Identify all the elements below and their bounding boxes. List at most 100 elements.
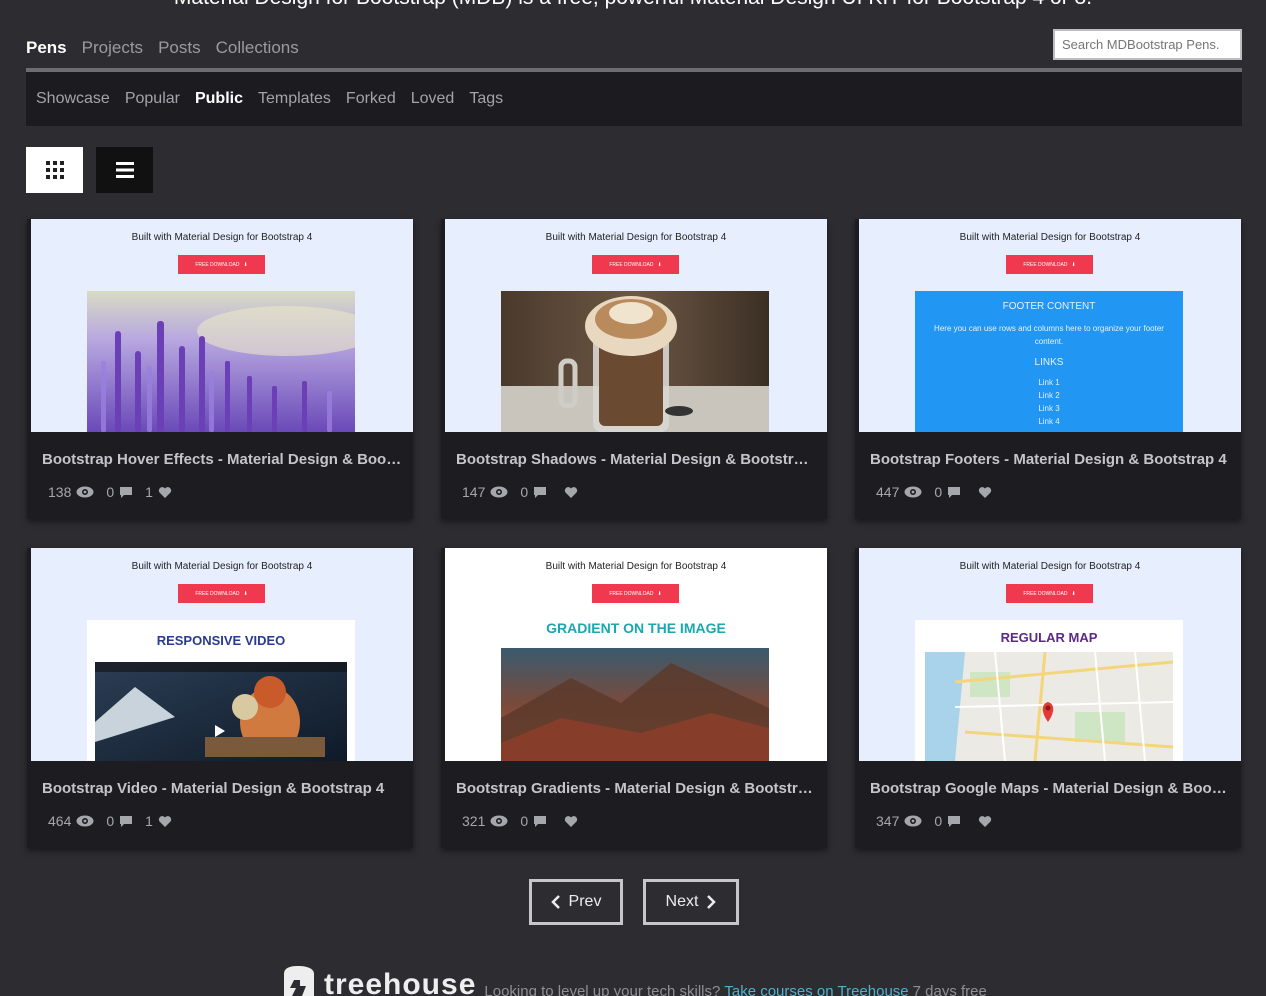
preview-heading: Built with Material Design for Bootstrap…: [131, 232, 313, 243]
pen-stats: 138 0 1: [48, 484, 184, 500]
treehouse-link[interactable]: Take courses on Treehouse: [724, 983, 908, 996]
comment-count: 0: [520, 813, 529, 829]
tab-showcase[interactable]: Showcase: [36, 90, 110, 108]
pen-title[interactable]: Bootstrap Video - Material Design & Boot…: [42, 780, 402, 797]
pen-preview[interactable]: Built with Material Design for Bootstrap…: [31, 219, 413, 432]
pen-stats: 347 0: [876, 813, 1004, 829]
footer-preview-links: Link 1 Link 2 Link 3 Link 4: [915, 376, 1183, 428]
tab-popular[interactable]: Popular: [125, 90, 180, 108]
heart-icon[interactable]: [564, 815, 578, 828]
free-download-button: FREE DOWNLOAD ⬇: [1006, 584, 1093, 603]
pen-stats: 464 0 1: [48, 813, 184, 829]
footer-text: Looking to level up your tech skills?: [484, 983, 721, 996]
footer-preview-links-title: LINKS: [1034, 357, 1064, 368]
chevron-left-icon: [550, 895, 560, 909]
preview-heading: Built with Material Design for Bootstrap…: [545, 232, 727, 243]
comment-icon: [948, 486, 961, 498]
eye-icon: [76, 486, 94, 498]
nav-pens[interactable]: Pens: [26, 38, 67, 58]
map-image: [925, 652, 1173, 761]
list-view-button[interactable]: [96, 147, 153, 193]
heart-icon[interactable]: [978, 815, 992, 828]
eye-icon: [490, 486, 508, 498]
view-count: 464: [48, 813, 72, 829]
download-icon: ⬇: [657, 261, 662, 268]
pen-preview[interactable]: Built with Material Design for Bootstrap…: [31, 548, 413, 761]
video-preview: RESPONSIVE VIDEO: [87, 620, 355, 761]
milkshake-image: [501, 291, 769, 432]
pen-stats: 147 0: [462, 484, 590, 500]
tab-forked[interactable]: Forked: [346, 90, 396, 108]
comment-icon: [534, 815, 547, 827]
pen-title[interactable]: Bootstrap Shadows - Material Design & Bo…: [456, 451, 816, 468]
pen-card[interactable]: Built with Material Design for Bootstrap…: [27, 219, 413, 519]
site-tagline: Material Design for Bootstrap (MDB) is a…: [0, 0, 1266, 10]
tab-public[interactable]: Public: [195, 90, 243, 108]
pen-preview[interactable]: Built with Material Design for Bootstrap…: [859, 219, 1241, 432]
footer-preview-link: Link 3: [1038, 404, 1060, 413]
map-preview-title: REGULAR MAP: [1000, 630, 1098, 645]
pen-card[interactable]: Built with Material Design for Bootstrap…: [855, 219, 1241, 519]
gradient-preview-title: GRADIENT ON THE IMAGE: [546, 620, 726, 636]
tab-loved[interactable]: Loved: [411, 90, 455, 108]
pen-title[interactable]: Bootstrap Gradients - Material Design & …: [456, 780, 816, 797]
main-nav: Pens Projects Posts Collections: [26, 38, 299, 58]
comment-icon: [120, 486, 133, 498]
preview-heading: Built with Material Design for Bootstrap…: [959, 232, 1141, 243]
preview-heading: Built with Material Design for Bootstrap…: [959, 561, 1141, 572]
heart-icon[interactable]: [158, 815, 172, 828]
next-button[interactable]: Next: [643, 879, 739, 925]
grid-view-button[interactable]: [26, 147, 83, 193]
pen-stats: 321 0: [462, 813, 590, 829]
heart-icon[interactable]: [158, 486, 172, 499]
search-input[interactable]: [1053, 29, 1242, 60]
love-count: 1: [145, 813, 153, 829]
pen-card[interactable]: Built with Material Design for Bootstrap…: [855, 548, 1241, 848]
comment-count: 0: [106, 484, 115, 500]
comment-count: 0: [106, 813, 115, 829]
download-icon: ⬇: [243, 590, 248, 597]
prev-label: Prev: [568, 893, 602, 910]
heart-icon[interactable]: [564, 486, 578, 499]
pen-title[interactable]: Bootstrap Google Maps - Material Design …: [870, 780, 1230, 797]
video-preview-title: RESPONSIVE VIDEO: [156, 633, 286, 648]
next-label: Next: [665, 893, 699, 910]
grid-icon: [45, 161, 64, 179]
pen-preview[interactable]: Built with Material Design for Bootstrap…: [445, 548, 827, 761]
pen-card[interactable]: Built with Material Design for Bootstrap…: [441, 219, 827, 519]
eye-icon: [904, 815, 922, 827]
pen-title[interactable]: Bootstrap Hover Effects - Material Desig…: [42, 451, 402, 468]
tab-tags[interactable]: Tags: [469, 90, 503, 108]
comment-count: 0: [520, 484, 529, 500]
pen-preview[interactable]: Built with Material Design for Bootstrap…: [445, 219, 827, 432]
tab-templates[interactable]: Templates: [258, 90, 331, 108]
free-download-button: FREE DOWNLOAD ⬇: [592, 255, 679, 274]
footer-preview-link: Link 4: [1038, 417, 1060, 426]
view-count: 321: [462, 813, 486, 829]
footer-preview-link: Link 2: [1038, 391, 1060, 400]
lavender-image: [87, 291, 355, 432]
comment-icon: [534, 486, 547, 498]
pen-preview[interactable]: Built with Material Design for Bootstrap…: [859, 548, 1241, 761]
mountain-image: [501, 648, 769, 761]
pen-card[interactable]: Built with Material Design for Bootstrap…: [27, 548, 413, 848]
video-thumbnail: [95, 662, 347, 761]
prev-button[interactable]: Prev: [529, 879, 623, 925]
preview-heading: Built with Material Design for Bootstrap…: [131, 561, 313, 572]
pen-card[interactable]: Built with Material Design for Bootstrap…: [441, 548, 827, 848]
download-icon: ⬇: [1071, 261, 1076, 268]
preview-heading: Built with Material Design for Bootstrap…: [545, 561, 727, 572]
love-count: 1: [145, 484, 153, 500]
nav-projects[interactable]: Projects: [82, 38, 143, 58]
nav-collections[interactable]: Collections: [216, 38, 299, 58]
map-preview: REGULAR MAP: [915, 620, 1183, 761]
heart-icon[interactable]: [978, 486, 992, 499]
nav-posts[interactable]: Posts: [158, 38, 201, 58]
footer-preview-text: Here you can use rows and columns here t…: [934, 324, 1164, 346]
comment-count: 0: [934, 813, 943, 829]
eye-icon: [904, 486, 922, 498]
free-download-button: FREE DOWNLOAD ⬇: [178, 584, 265, 603]
view-count: 347: [876, 813, 900, 829]
download-icon: ⬇: [1071, 590, 1076, 597]
pen-title[interactable]: Bootstrap Footers - Material Design & Bo…: [870, 451, 1230, 468]
